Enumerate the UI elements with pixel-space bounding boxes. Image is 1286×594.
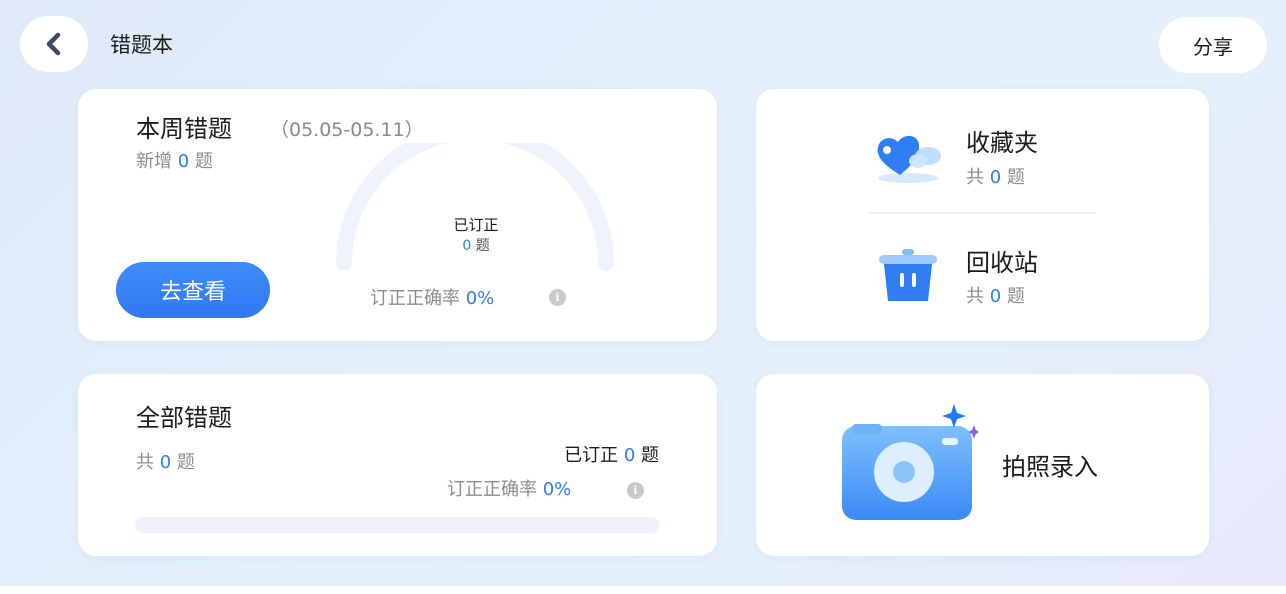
view-button[interactable]: 去查看 [116, 262, 270, 318]
all-total-count: 共 0 题 [136, 452, 195, 473]
info-icon[interactable]: i [627, 482, 644, 499]
favorites-recycle-card: 收藏夹 共 0 题 回收站 共 0 题 [756, 89, 1209, 341]
back-button[interactable] [20, 16, 88, 72]
info-icon[interactable]: i [549, 289, 566, 306]
corrected-progress-bar [135, 517, 659, 533]
weekly-accuracy-rate: 订正正确率 0% [370, 288, 495, 309]
all-corrected-count: 已订正 0 题 [564, 445, 659, 466]
weekly-accuracy-value: 0% [465, 288, 495, 309]
bottom-strip [0, 586, 1286, 594]
all-mistakes-card[interactable]: 全部错题 共 0 题 已订正 0 题 订正正确率 0% i [78, 374, 717, 556]
weekly-title: 本周错题 [136, 115, 232, 143]
weekly-mistakes-card: 本周错题 （05.05-05.11） 新增 0 题 已订正 0 题 订正正确率 … [78, 89, 717, 341]
page-title: 错题本 [110, 33, 173, 57]
favorites-title[interactable]: 收藏夹 [966, 127, 1038, 159]
chevron-left-icon [46, 32, 61, 56]
gauge-label: 已订正 [453, 216, 499, 234]
share-button[interactable]: 分享 [1159, 17, 1267, 73]
photo-entry-card[interactable]: 拍照录入 [756, 374, 1209, 556]
weekly-added-number: 0 [177, 151, 190, 172]
all-accuracy-rate: 订正正确率 0% [447, 479, 572, 500]
photo-entry-label: 拍照录入 [1002, 453, 1098, 481]
weekly-added-count: 新增 0 题 [136, 151, 213, 172]
trash-bin-icon [879, 249, 937, 301]
heart-folder-icon [877, 135, 941, 183]
recycle-count: 共 0 题 [966, 286, 1025, 307]
gauge-count: 0 题 [462, 238, 490, 254]
recycle-title[interactable]: 回收站 [966, 247, 1038, 279]
camera-icon [842, 404, 978, 520]
favorites-count: 共 0 题 [966, 167, 1025, 188]
all-accuracy-value: 0% [542, 479, 572, 500]
all-title: 全部错题 [136, 404, 232, 432]
divider [869, 212, 1096, 214]
weekly-date-range: （05.05-05.11） [270, 119, 424, 141]
